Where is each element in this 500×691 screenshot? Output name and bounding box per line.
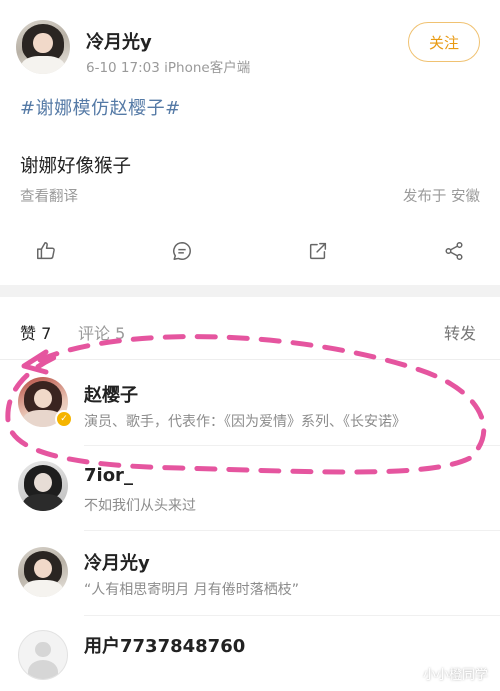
follow-button[interactable]: 关注 <box>408 22 480 62</box>
post-text: 谢娜好像猴子 <box>20 156 132 177</box>
default-avatar-icon[interactable] <box>18 630 68 680</box>
liker-avatar[interactable] <box>18 461 68 511</box>
liker-name[interactable]: 7ior_ <box>84 465 133 486</box>
liker-description: “人有相思寄明月 月有倦时落栖枝” <box>84 582 299 598</box>
row-divider <box>84 445 500 446</box>
author-name[interactable]: 冷月光y <box>86 28 152 54</box>
liker-name[interactable]: 冷月光y <box>84 549 150 575</box>
like-icon[interactable] <box>35 240 57 262</box>
liker-description: 演员、歌手，代表作：《因为爱情》系列、《长安诺》 <box>84 414 406 430</box>
liker-name[interactable]: 用户7737848760 <box>84 632 245 658</box>
author-avatar[interactable] <box>16 20 70 74</box>
hashtag-link[interactable]: #谢娜模仿赵樱子# <box>20 94 181 120</box>
watermark: 小小橙同学 <box>422 668 488 683</box>
tab-reposts[interactable]: 转发 <box>444 320 476 344</box>
tab-comments[interactable]: 评论 5 <box>78 320 125 344</box>
liker-description: 不如我们从头来过 <box>84 498 196 514</box>
tab-likes[interactable]: 赞 7 <box>20 320 51 344</box>
row-divider <box>84 530 500 531</box>
post-location: 发布于 安徽 <box>402 189 480 205</box>
translate-link[interactable]: 查看翻译 <box>20 185 78 206</box>
liker-avatar[interactable] <box>18 547 68 597</box>
verified-badge-icon: ✓ <box>55 410 73 428</box>
share-icon[interactable] <box>307 240 329 262</box>
comment-icon[interactable] <box>171 240 193 262</box>
more-share-icon[interactable] <box>443 240 465 262</box>
row-divider <box>84 615 500 616</box>
liker-name[interactable]: 赵樱子 <box>84 381 138 407</box>
section-divider <box>0 285 500 297</box>
post-meta: 6-10 17:03 iPhone客户端 <box>86 60 251 76</box>
tab-divider <box>0 359 500 360</box>
